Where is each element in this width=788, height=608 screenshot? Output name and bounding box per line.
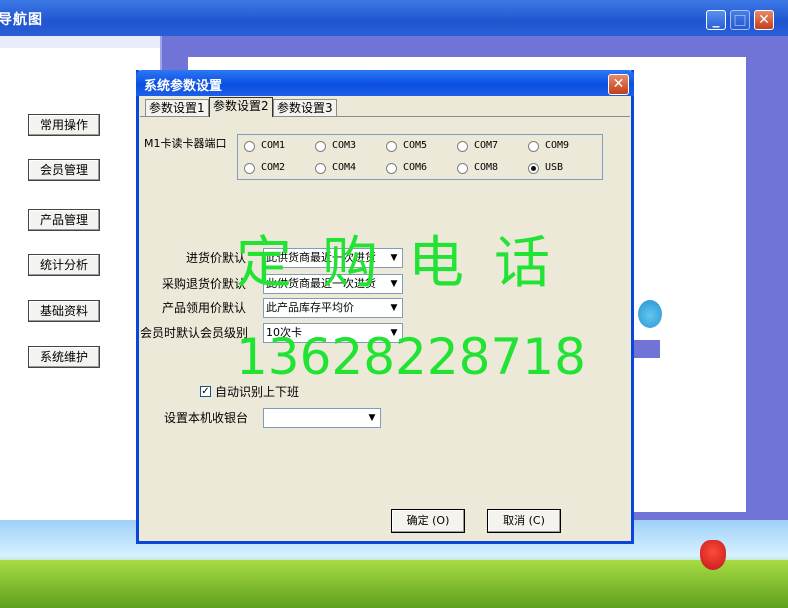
port-option-label: USB (545, 162, 564, 173)
radio-button[interactable] (244, 141, 255, 152)
radio-button[interactable] (244, 163, 255, 174)
radio-button[interactable] (315, 163, 326, 174)
auto-shift-checkbox[interactable]: ✓ (200, 386, 211, 397)
grass-background (0, 560, 788, 608)
main-window-title: 导航图 (0, 12, 43, 28)
radio-button[interactable] (386, 163, 397, 174)
return-price-label: 采购退货价默认 (161, 277, 246, 291)
purchase-price-label: 进货价默认 (185, 251, 246, 265)
port-option-label: COM6 (403, 162, 428, 173)
bird-decoration-icon (638, 300, 662, 328)
content-strip (634, 340, 660, 358)
usage-price-label: 产品领用价默认 (161, 301, 246, 315)
radio-button[interactable] (528, 163, 539, 174)
nav-button-common-ops[interactable]: 常用操作 (28, 114, 100, 136)
member-level-label: 会员时默认会员级别 (139, 326, 248, 340)
cancel-button[interactable]: 取消 (C) (487, 509, 561, 533)
tulip-decoration-icon (700, 540, 726, 570)
radio-button[interactable] (457, 141, 468, 152)
port-option-label: COM3 (332, 140, 357, 151)
main-title-bar (0, 0, 788, 36)
dialog-close-button[interactable]: ✕ (608, 74, 629, 95)
dialog-title: 系统参数设置 (144, 79, 223, 94)
watermark-order-phone: 定购电话 (236, 231, 580, 296)
navigation-header (0, 36, 160, 48)
nav-button-basic-data[interactable]: 基础资料 (28, 300, 100, 322)
chevron-down-icon[interactable]: ▼ (386, 299, 402, 317)
port-option-label: COM7 (474, 140, 499, 151)
chevron-down-icon[interactable]: ▼ (364, 409, 380, 427)
port-option-label: COM5 (403, 140, 428, 151)
tab-params-1[interactable]: 参数设置1 (145, 99, 209, 116)
port-option-label: COM2 (261, 162, 286, 173)
card-reader-port-label: M1卡读卡器端口 (144, 137, 227, 150)
watermark-phone-number: 13628228718 (236, 328, 586, 386)
ok-button[interactable]: 确定 (O) (391, 509, 465, 533)
radio-button[interactable] (457, 163, 468, 174)
port-option-label: COM4 (332, 162, 357, 173)
port-option-label: COM9 (545, 140, 570, 151)
usage-price-select[interactable]: 此产品库存平均价 (263, 298, 403, 318)
maximize-button[interactable]: □ (730, 10, 750, 30)
nav-button-system-maintenance[interactable]: 系统维护 (28, 346, 100, 368)
nav-button-members[interactable]: 会员管理 (28, 159, 100, 181)
radio-button[interactable] (315, 141, 326, 152)
port-option-label: COM1 (261, 140, 286, 151)
usage-price-value: 此产品库存平均价 (266, 301, 354, 314)
close-window-button[interactable]: ✕ (754, 10, 774, 30)
cashier-label: 设置本机收银台 (164, 411, 249, 425)
minimize-button[interactable]: _ (706, 10, 726, 30)
radio-button[interactable] (528, 141, 539, 152)
port-option-label: COM8 (474, 162, 499, 173)
nav-button-statistics[interactable]: 统计分析 (28, 254, 100, 276)
tab-params-3[interactable]: 参数设置3 (273, 99, 337, 116)
nav-button-products[interactable]: 产品管理 (28, 209, 100, 231)
radio-button[interactable] (386, 141, 397, 152)
tab-params-2[interactable]: 参数设置2 (209, 97, 273, 117)
